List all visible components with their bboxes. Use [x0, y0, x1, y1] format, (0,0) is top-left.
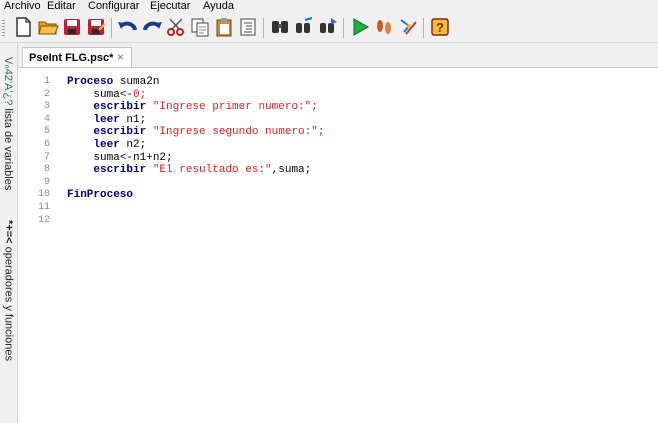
- menu-bar: Archivo Editar Configurar Ejecutar Ayuda: [0, 0, 658, 14]
- toolbar-grip[interactable]: [2, 20, 5, 36]
- tab-bar: PseInt FLG.psc* ×: [18, 43, 658, 67]
- code-token: n2;: [126, 139, 147, 151]
- replace-icon[interactable]: [293, 16, 315, 38]
- line-number: 6: [43, 139, 50, 150]
- code-token: "El resultado es:": [152, 164, 272, 177]
- svg-text:?: ?: [436, 20, 444, 35]
- help-icon[interactable]: ?: [429, 16, 451, 38]
- code-token: ,suma;: [271, 164, 312, 177]
- operators-panel-tab[interactable]: *+=< operadores y funciones: [0, 205, 17, 375]
- code-token: suma: [67, 151, 120, 164]
- indent-icon[interactable]: [237, 16, 259, 38]
- code-text: suma<-0;: [67, 89, 146, 101]
- search-icon[interactable]: [269, 16, 291, 38]
- line-number: 3: [43, 101, 50, 113]
- code-token: escribir: [67, 126, 153, 139]
- copy-icon[interactable]: [189, 16, 211, 38]
- code-text: leer n1;: [67, 114, 146, 126]
- code-editor[interactable]: 1 Proceso suma2n 2 suma<-0; 3 escribir "Ing…: [18, 67, 658, 423]
- new-file-icon[interactable]: [12, 16, 34, 38]
- code-token: escribir: [67, 164, 153, 177]
- code-text: escribir "El resultado es:",suma;: [67, 164, 311, 176]
- line-number: 1: [43, 76, 50, 87]
- menu-archivo[interactable]: Archivo: [4, 0, 41, 13]
- line-number: 2: [43, 88, 50, 100]
- step-icon[interactable]: [373, 16, 395, 38]
- line-number: 5: [43, 126, 50, 138]
- flowchart-icon[interactable]: [397, 16, 419, 38]
- run-icon[interactable]: [349, 16, 371, 38]
- menu-editar[interactable]: Editar: [47, 0, 76, 13]
- open-folder-icon[interactable]: [37, 16, 59, 38]
- menu-ayuda[interactable]: Ayuda: [203, 0, 234, 13]
- line-number: 7: [43, 151, 50, 163]
- cut-icon[interactable]: [165, 16, 187, 38]
- code-token: n1+n2;: [133, 151, 173, 164]
- variables-panel-tab[interactable]: Vₙ42'A'¿? lista de variables: [0, 49, 17, 199]
- line-number: 10: [37, 189, 50, 201]
- operators-label: operadores y funciones: [2, 246, 15, 361]
- code-text: Proceso suma2n: [67, 76, 159, 88]
- menu-ejecutar[interactable]: Ejecutar: [150, 0, 190, 13]
- toolbar: ?: [0, 14, 658, 43]
- code-token: suma2n: [119, 76, 160, 88]
- code-token: leer: [67, 113, 127, 126]
- code-token: <-: [119, 151, 134, 164]
- code-token: FinProceso: [67, 189, 134, 202]
- code-text: suma<-n1+n2;: [67, 151, 173, 164]
- side-panel: Vₙ42'A'¿? lista de variables *+=< operad…: [0, 43, 18, 422]
- line-number: 11: [37, 202, 50, 213]
- variables-symbol: Vₙ42'A'¿?: [2, 57, 14, 106]
- line-number: 12: [37, 214, 50, 226]
- line-number: 9: [43, 176, 50, 188]
- code-token: leer: [67, 139, 127, 151]
- code-token: escribir: [67, 101, 153, 114]
- line-number: 4: [43, 113, 50, 125]
- code-token: suma: [67, 88, 120, 101]
- variables-label: lista de variables: [2, 108, 14, 191]
- code-token: n1;: [126, 113, 147, 126]
- code-token: <-: [119, 88, 134, 101]
- code-text: leer n2;: [67, 139, 146, 151]
- undo-icon[interactable]: [117, 16, 139, 38]
- code-token: "Ingrese segundo numero:";: [152, 126, 325, 139]
- find-next-icon[interactable]: [317, 16, 339, 38]
- save-as-icon[interactable]: [85, 16, 107, 38]
- code-text: escribir "Ingrese segundo numero:";: [67, 126, 324, 138]
- redo-icon[interactable]: [141, 16, 163, 38]
- tab-pseint-file[interactable]: PseInt FLG.psc* ×: [22, 47, 132, 67]
- code-token: "Ingrese primer numero:";: [152, 101, 318, 114]
- code-text: FinProceso: [67, 189, 133, 201]
- code-token: 0;: [133, 88, 147, 101]
- close-icon[interactable]: ×: [117, 50, 124, 64]
- tab-title: PseInt FLG.psc*: [29, 52, 114, 64]
- code-token: Proceso: [67, 76, 120, 88]
- paste-icon[interactable]: [213, 16, 235, 38]
- save-icon[interactable]: [61, 16, 83, 38]
- line-number: 8: [43, 164, 50, 176]
- menu-configurar[interactable]: Configurar: [88, 0, 139, 13]
- operators-symbol: *+=<: [2, 219, 15, 244]
- code-text: escribir "Ingrese primer numero:";: [67, 101, 318, 114]
